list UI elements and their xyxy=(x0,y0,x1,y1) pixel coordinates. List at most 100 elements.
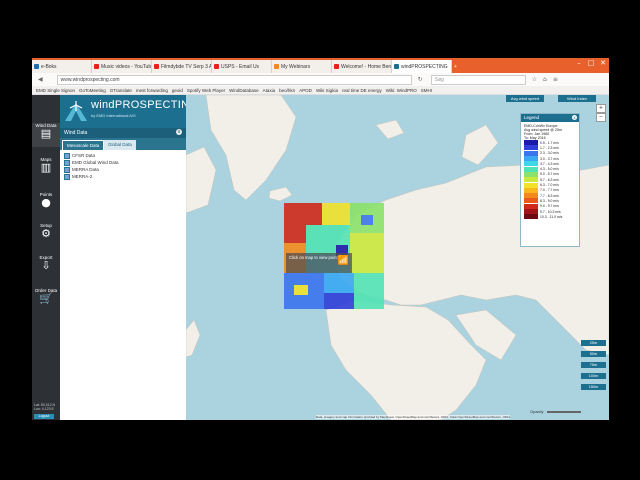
bookmark-item[interactable]: Ataxia xyxy=(263,88,276,93)
favicon-icon xyxy=(394,64,399,69)
map-view[interactable]: Avg wind speed Wind Index + − Legend x E… xyxy=(186,95,609,420)
logout-button[interactable]: Logout xyxy=(34,414,54,419)
legend-range: 4.3 - 5.0 m/s xyxy=(540,167,559,172)
legend-close-icon[interactable]: x xyxy=(572,115,577,120)
bookmark-item[interactable]: EMD Single Signon xyxy=(36,88,75,93)
browser-tab[interactable]: Filmdybde TV Serp 3 Af... xyxy=(152,60,212,73)
maximize-button[interactable]: □ xyxy=(585,58,597,68)
bookmark-item[interactable]: mest forwarding xyxy=(136,88,168,93)
home-icon[interactable]: ⌂ xyxy=(543,76,547,83)
browser-tab[interactable]: e-Boks xyxy=(32,60,92,73)
tab-mesoscale-data[interactable]: Mesoscale Data xyxy=(62,140,105,150)
tab-label: My Webinars xyxy=(281,63,311,70)
height-button-100m[interactable]: 100m xyxy=(581,373,606,379)
bookmark-item[interactable]: GTranslate xyxy=(110,88,132,93)
bookmark-item[interactable]: beo/hkn xyxy=(279,88,295,93)
bookmark-item[interactable]: Spotify Web Player xyxy=(187,88,225,93)
wind-index-button[interactable]: Wind Index xyxy=(558,95,596,102)
dataset-checkbox[interactable] xyxy=(64,173,70,180)
legend-swatch xyxy=(524,156,538,162)
brand-title: windPROSPECTING xyxy=(91,99,199,111)
browser-tab[interactable]: Welcome! - Home Bench xyxy=(332,60,392,73)
browser-tab[interactable]: Music videos - YouTube xyxy=(92,60,152,73)
dataset-checkbox[interactable] xyxy=(64,152,70,159)
sidebar-item-points[interactable]: Points ● xyxy=(32,192,60,216)
windprospecting-app: Lat: 50.312 N Lon: 4.123 E Logout Wind D… xyxy=(32,95,609,420)
favicon-icon xyxy=(214,64,219,69)
legend-swatch xyxy=(524,177,538,183)
reload-icon[interactable]: ↻ xyxy=(418,76,423,83)
setup-icon: ⚙ xyxy=(41,227,51,240)
panel-header: Wind Data x xyxy=(60,128,186,138)
legend-swatch xyxy=(524,187,538,193)
bookmark-item[interactable]: Wiki Sigkia xyxy=(316,88,338,93)
legend-range: 5.7 - 6.3 m/s xyxy=(540,177,559,182)
icon-sidebar: Lat: 50.312 N Lon: 4.123 E Logout Wind D… xyxy=(32,95,60,420)
tab-label: Welcome! - Home Bench xyxy=(341,63,392,70)
bookmark-item[interactable]: geoid xyxy=(172,88,183,93)
novaya-zemlya-landmass xyxy=(461,124,499,166)
height-button-150m[interactable]: 150m xyxy=(581,384,606,390)
zoom-out-button[interactable]: − xyxy=(596,113,606,122)
browser-tab[interactable]: windPROSPECTING xyxy=(392,60,452,73)
dataset-item[interactable]: EMD Global Wind Data xyxy=(64,159,119,166)
menu-icon[interactable]: ≡ xyxy=(553,76,558,83)
dataset-label: CFSR Data xyxy=(72,153,96,158)
tab-bar: e-Boks Music videos - YouTube Filmdybde TV… xyxy=(32,58,609,73)
sidebar-item-export[interactable]: Export ⇩ xyxy=(32,255,60,279)
close-icon[interactable]: x xyxy=(176,129,182,135)
opacity-control[interactable]: Opacity xyxy=(530,409,581,414)
legend-range: 9.0 - 9.7 m/s xyxy=(540,204,559,209)
data-tabs: Mesoscale Data Global Data xyxy=(60,138,186,150)
browser-tab[interactable]: My Webinars xyxy=(272,60,332,73)
sidebar-item-setup[interactable]: Setup ⚙ xyxy=(32,223,60,247)
address-bar[interactable]: www.windprospecting.com xyxy=(56,74,412,85)
height-button-50m[interactable]: 50m xyxy=(581,351,606,357)
legend-range: 8.3 - 9.0 m/s xyxy=(540,198,559,203)
legend-swatch xyxy=(524,214,538,220)
tab-global-data[interactable]: Global Data xyxy=(104,140,136,150)
browser-tab[interactable]: USPS - Email Us xyxy=(212,60,272,73)
dataset-checkbox[interactable] xyxy=(64,166,70,173)
dataset-item[interactable]: CFSR Data xyxy=(64,152,119,159)
bookmarks-bar: EMD Single Signon GoToMeeting GTranslate me… xyxy=(32,86,609,95)
height-button-25m[interactable]: 25m xyxy=(581,340,606,346)
legend-swatch xyxy=(524,198,538,204)
opacity-slider[interactable] xyxy=(546,410,581,413)
map-attribution: Data, imagery and map information provid… xyxy=(316,415,511,419)
dataset-checkbox[interactable] xyxy=(64,159,70,166)
bookmark-item[interactable]: GoToMeeting xyxy=(79,88,106,93)
legend-title: Legend xyxy=(524,115,540,120)
wind-data-icon: ▤ xyxy=(40,127,52,140)
bookmark-item[interactable]: APOD xyxy=(299,88,312,93)
bookmark-item[interactable]: WindDatabase xyxy=(229,88,259,93)
back-icon[interactable]: ◀ xyxy=(38,76,43,83)
close-window-button[interactable]: ✕ xyxy=(597,58,609,68)
legend-swatch xyxy=(524,145,538,151)
favicon-icon xyxy=(334,64,339,69)
star-icon[interactable]: ☆ xyxy=(532,76,537,83)
search-input[interactable]: Søg xyxy=(430,74,526,85)
bookmark-item[interactable]: Wiki: WindPRO xyxy=(386,88,417,93)
legend-range: 10.3 - 11.0 m/s xyxy=(540,214,563,219)
favicon-icon xyxy=(34,64,39,69)
sidebar-item-order-data[interactable]: Order Data 🛒 xyxy=(32,288,60,312)
bookmark-item[interactable]: SMHI xyxy=(421,88,432,93)
zoom-in-button[interactable]: + xyxy=(596,104,606,113)
minimize-button[interactable]: – xyxy=(573,58,585,68)
dataset-item[interactable]: MERRA Data xyxy=(64,166,119,173)
north-america-landmass xyxy=(186,146,217,214)
avg-wind-speed-button[interactable]: Avg wind speed xyxy=(506,95,544,102)
new-tab-button[interactable]: + xyxy=(452,60,464,73)
dataset-item[interactable]: MERRA-2 xyxy=(64,173,119,180)
sidebar-item-maps[interactable]: Maps ▥ xyxy=(32,157,60,181)
legend-scale: 0.5 - 1.7 m/s 1.7 - 2.3 m/s 2.3 - 3.0 m/s 3… xyxy=(524,140,576,220)
bookmark-item[interactable]: real time DE energy xyxy=(342,88,382,93)
maps-icon: ▥ xyxy=(40,161,52,174)
legend-swatch xyxy=(524,161,538,167)
legend-range: 7.7 - 8.3 m/s xyxy=(540,193,559,198)
legend-range: 2.3 - 3.0 m/s xyxy=(540,151,559,156)
svalbard-landmass xyxy=(375,119,405,140)
sidebar-item-wind-data[interactable]: Wind Data ▤ xyxy=(32,123,60,147)
height-button-75m[interactable]: 75m xyxy=(581,362,606,368)
